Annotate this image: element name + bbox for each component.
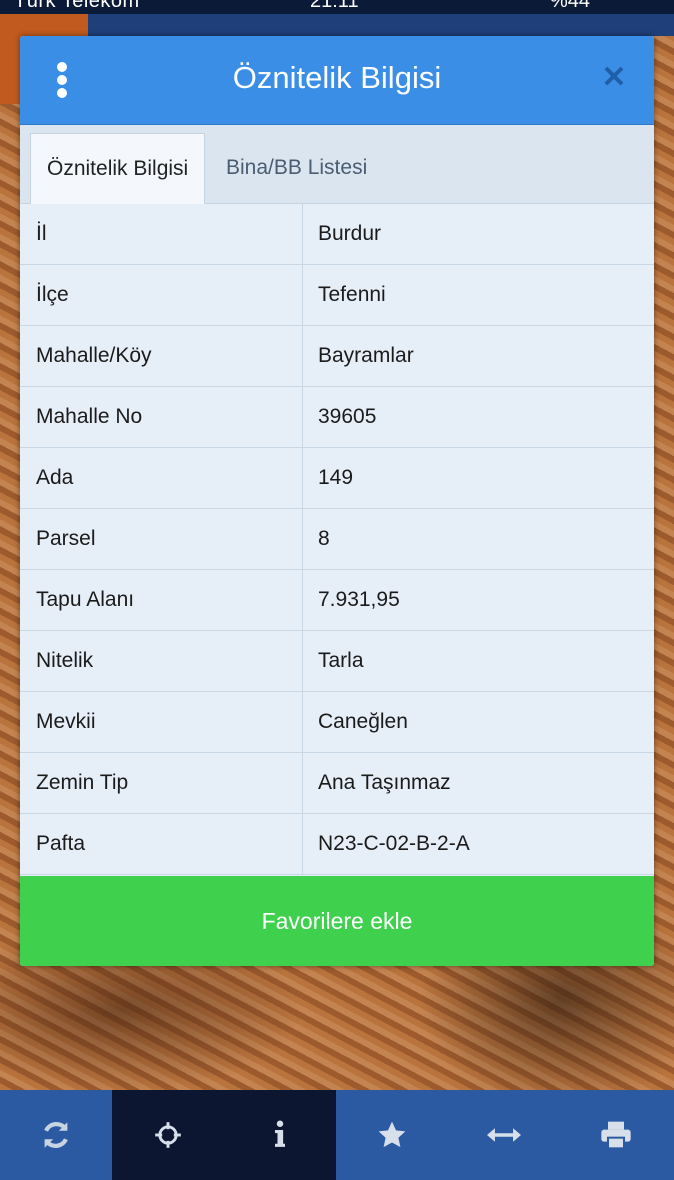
attribute-value: Caneğlen [302,691,654,753]
table-row: Parsel 8 [20,508,654,570]
table-row: Nitelik Tarla [20,630,654,692]
attribute-key: Mahalle No [20,386,303,448]
attribute-key: Mahalle/Köy [20,325,303,387]
table-row: İl Burdur [20,204,654,265]
status-carrier: Türk Telekom [14,0,140,12]
refresh-icon [44,1122,68,1148]
table-row: Mahalle/Köy Bayramlar [20,325,654,387]
attribute-info-dialog: Öznitelik Bilgisi ✕ Öznitelik Bilgisi Bi… [20,36,654,966]
add-to-favorites-button[interactable]: Favorilere ekle [20,876,654,966]
attribute-key: İl [20,204,303,265]
info-icon [275,1120,285,1147]
locate-button[interactable] [112,1090,224,1180]
table-row: Zemin Tip Ana Taşınmaz [20,752,654,814]
tab-attribute-info[interactable]: Öznitelik Bilgisi [30,133,206,204]
status-bar: Türk Telekom 21:11 %44 [0,0,674,14]
attribute-value: Tarla [302,630,654,692]
crosshair-icon [155,1122,181,1148]
attribute-value: 7.931,95 [302,569,654,631]
attribute-value: N23-C-02-B-2-A [302,813,654,875]
table-row: Mahalle No 39605 [20,386,654,448]
attribute-key: Mevkii [20,691,303,753]
table-row: Tapu Alanı 7.931,95 [20,569,654,631]
attribute-key: Nitelik [20,630,303,692]
print-button[interactable] [560,1090,672,1180]
attribute-key: Tapu Alanı [20,569,303,631]
dialog-header: Öznitelik Bilgisi ✕ [20,36,654,125]
star-icon [378,1121,406,1148]
attribute-value: Burdur [302,204,654,265]
info-button[interactable] [224,1090,336,1180]
attribute-value: Tefenni [302,264,654,326]
favorites-button[interactable] [336,1090,448,1180]
attribute-key: Pafta [20,813,303,875]
table-row: Ada 149 [20,447,654,509]
status-battery: %44 [550,0,591,12]
dialog-title: Öznitelik Bilgisi [232,60,442,95]
table-row: Pafta N23-C-02-B-2-A [20,813,654,875]
attribute-value: Bayramlar [302,325,654,387]
measure-icon [487,1128,521,1142]
attribute-key: Parsel [20,508,303,570]
attribute-value: 149 [302,447,654,509]
print-icon [601,1121,631,1150]
attribute-key: Zemin Tip [20,752,303,814]
table-row: İlçe Tefenni [20,264,654,326]
attribute-value: 8 [302,508,654,570]
map-top-bar [0,14,674,36]
tab-bar: Öznitelik Bilgisi Bina/BB Listesi [20,125,654,204]
measure-button[interactable] [448,1090,560,1180]
attribute-value: Ana Taşınmaz [302,752,654,814]
refresh-button[interactable] [0,1090,112,1180]
attribute-table: İl Burdur İlçe Tefenni Mahalle/Köy Bayramlar M… [20,204,654,875]
attribute-key: İlçe [20,264,303,326]
status-time: 21:11 [310,0,359,12]
close-icon[interactable]: ✕ [596,60,632,96]
bottom-toolbar [0,1090,674,1180]
table-row: Mevkii Caneğlen [20,691,654,753]
attribute-value: 39605 [302,386,654,448]
tab-building-list[interactable]: Bina/BB Listesi [210,133,383,203]
attribute-key: Ada [20,447,303,509]
